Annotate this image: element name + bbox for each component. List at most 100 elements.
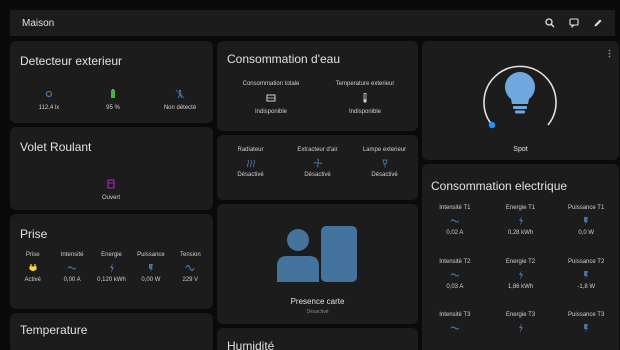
assist-chat-icon[interactable] (569, 18, 579, 28)
fan-value: Désactivé (304, 172, 331, 178)
more-options-icon[interactable] (608, 49, 611, 58)
puissance-t3-label: Puissance T3 (568, 312, 605, 318)
motion-value: Non détecté (163, 105, 197, 111)
prise-voltage-label: Tension (179, 252, 201, 258)
intensite-t2-entity[interactable]: Intensité T2 0,03 A (422, 259, 488, 290)
fan-icon (284, 158, 351, 168)
energie-t1-label: Energie T1 (505, 205, 536, 211)
power-icon (553, 216, 619, 226)
puissance-t1-label: Puissance T1 (568, 205, 605, 211)
temp-ext-entity[interactable]: Temperature exterieur Indisponible (325, 81, 405, 115)
energy-icon (92, 263, 131, 273)
volet-entity[interactable]: Ouvert (86, 173, 136, 201)
water-total-label: Consommation totale (242, 81, 300, 87)
temperature-card: Temperature (10, 313, 213, 350)
temp-ext-label: Temperature exterieur (335, 81, 395, 87)
prise-power-label: Puissance (137, 252, 165, 258)
battery-icon (88, 89, 138, 99)
humidite-title: Humidité (227, 339, 275, 350)
puissance-t3-entity[interactable]: Puissance T3 (553, 312, 619, 337)
prise-power-value: 0,00 W (141, 277, 161, 283)
puissance-t1-entity[interactable]: Puissance T1 0,0 W (553, 205, 619, 236)
energie-t3-entity[interactable]: Energie T3 (488, 312, 554, 337)
current-icon (422, 323, 488, 333)
eau-card: Consommation d'eau Consommation totale I… (217, 41, 418, 131)
prise-voltage-entity[interactable]: Tension 229 V (171, 252, 210, 283)
radiator-label: Radiateur (237, 147, 264, 153)
spot-card: Spot (422, 41, 619, 160)
spot-name: Spot (513, 146, 528, 153)
electrique-row-2: Intensité T2 0,03 A Energie T2 1,86 kWh … (422, 259, 619, 290)
fan-label: Extracteur d'air (297, 147, 338, 153)
radiator-value: Désactivé (237, 172, 264, 178)
electrique-title: Consommation electrique (431, 179, 568, 193)
current-icon (422, 270, 488, 280)
water-total-value: Indisponible (254, 109, 288, 115)
energy-icon (488, 270, 554, 280)
prise-current-entity[interactable]: Intensité 0,00 A (52, 252, 91, 283)
search-icon[interactable] (545, 18, 555, 28)
prise-power-entity[interactable]: Puissance 0,00 W (131, 252, 170, 283)
prise-energy-value: 0,120 kWh (97, 277, 126, 283)
radiator-icon (217, 158, 284, 168)
outdoor-lamp-entity[interactable]: Lampe exterieur Désactivé (351, 147, 418, 178)
prise-title: Prise (20, 227, 48, 241)
prise-current-value: 0,00 A (63, 277, 81, 283)
prise-plug-entity[interactable]: Prise Activé (13, 252, 52, 283)
devices-card: Radiateur Désactivé Extracteur d'air Dés… (217, 135, 418, 200)
presence-state: Désactivé (306, 309, 329, 315)
energie-t1-value: 0,28 kWh (507, 230, 534, 236)
water-total-entity[interactable]: Consommation totale Indisponible (231, 81, 311, 115)
energie-t2-entity[interactable]: Energie T2 1,86 kWh (488, 259, 554, 290)
water-meter-icon (231, 93, 311, 103)
power-icon (553, 323, 619, 333)
energy-icon (488, 323, 554, 333)
energy-icon (488, 216, 554, 226)
edit-pencil-icon[interactable] (593, 18, 603, 28)
brightness-icon (24, 89, 74, 99)
motion-entity[interactable]: Non détecté (155, 83, 205, 111)
electrique-row-1: Intensité T1 0,02 A Energie T1 0,28 kWh … (422, 205, 619, 236)
illuminance-entity[interactable]: 112,4 lx (24, 83, 74, 111)
prise-energy-entity[interactable]: Energie 0,120 kWh (92, 252, 131, 283)
presence-card[interactable]: Presence carte Désactivé (217, 204, 418, 324)
outdoor-lamp-label: Lampe exterieur (362, 147, 407, 153)
intensite-t3-entity[interactable]: Intensité T3 (422, 312, 488, 337)
devices-grid: Radiateur Désactivé Extracteur d'air Dés… (217, 147, 418, 178)
outdoor-lamp-icon (351, 158, 418, 168)
outdoor-lamp-value: Désactivé (371, 172, 398, 178)
temperature-title: Temperature (20, 323, 88, 337)
prise-energy-label: Energie (101, 252, 122, 258)
voltage-icon (171, 263, 210, 273)
intensite-t3-label: Intensité T3 (439, 312, 471, 318)
temp-ext-value: Indisponible (348, 109, 382, 115)
energie-t1-entity[interactable]: Energie T1 0,28 kWh (488, 205, 554, 236)
puissance-t2-label: Puissance T2 (568, 259, 605, 265)
fan-entity[interactable]: Extracteur d'air Désactivé (284, 147, 351, 178)
top-app-bar: Maison (10, 10, 615, 36)
prise-voltage-value: 229 V (182, 277, 199, 283)
prise-plug-value: Activé (24, 277, 41, 283)
illuminance-value: 112,4 lx (38, 105, 60, 111)
presence-name: Presence carte (290, 297, 345, 306)
volet-card: Volet Roulant Ouvert (10, 127, 213, 210)
current-icon (422, 216, 488, 226)
intensite-t1-entity[interactable]: Intensité T1 0,02 A (422, 205, 488, 236)
puissance-t2-entity[interactable]: Puissance T2 -1,8 W (553, 259, 619, 290)
battery-entity[interactable]: 95 % (88, 83, 138, 111)
volet-state: Ouvert (101, 195, 120, 201)
prise-plug-label: Prise (25, 252, 40, 258)
presence-icon (277, 226, 359, 282)
intensite-t1-value: 0,02 A (446, 230, 464, 236)
intensite-t1-label: Intensité T1 (439, 205, 471, 211)
puissance-t2-value: -1,8 W (577, 284, 596, 290)
detecteur-card: Detecteur exterieur 112,4 lx 95 % Non dé… (10, 41, 213, 123)
eau-title: Consommation d'eau (227, 52, 341, 66)
humidite-card: Humidité (217, 328, 418, 350)
radiator-entity[interactable]: Radiateur Désactivé (217, 147, 284, 178)
energie-t2-label: Energie T2 (505, 259, 536, 265)
electrique-row-3: Intensité T3 Energie T3 Puissance T3 (422, 312, 619, 337)
prise-current-label: Intensité (60, 252, 84, 258)
intensite-t2-label: Intensité T2 (439, 259, 471, 265)
bulb-icon[interactable] (504, 71, 536, 115)
